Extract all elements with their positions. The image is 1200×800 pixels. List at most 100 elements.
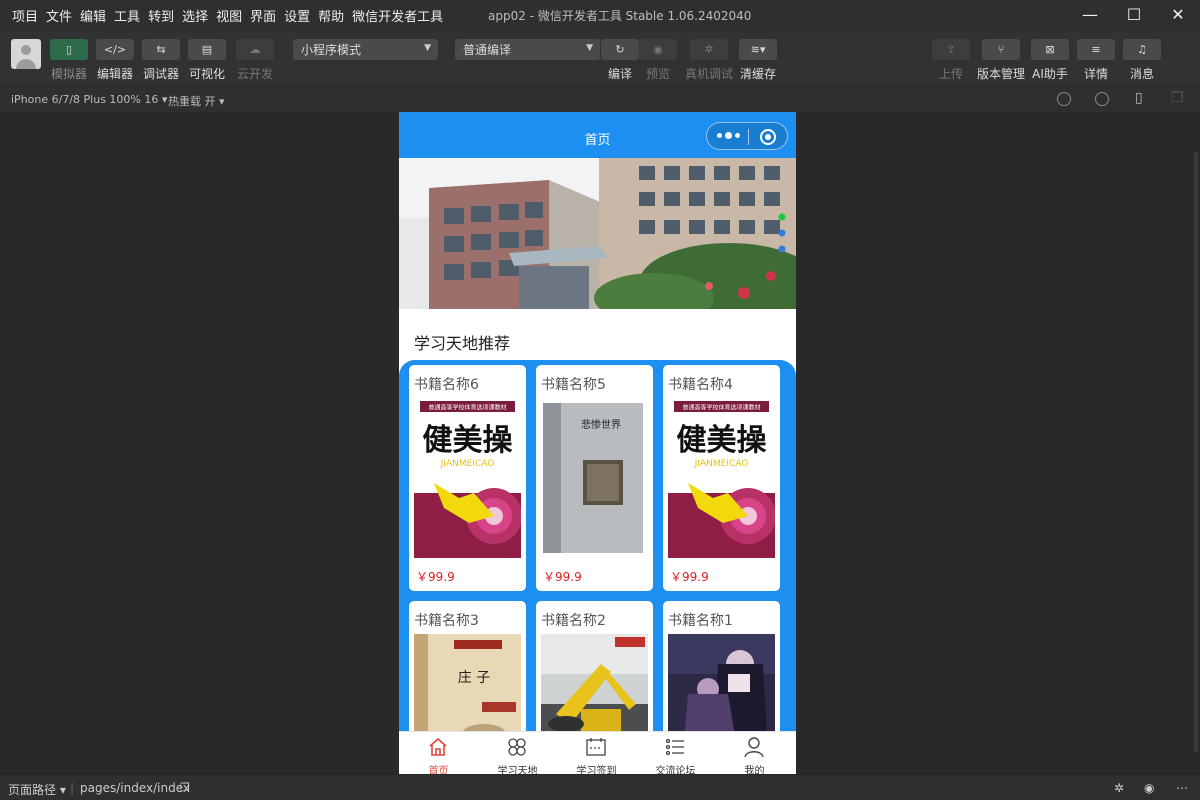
upload-icon: ⇪ bbox=[932, 39, 970, 60]
menu-item-settings[interactable]: 设置 bbox=[284, 6, 310, 25]
ai-assistant-button[interactable]: ⊠ AI助手 bbox=[1031, 39, 1069, 82]
book-cover-fitness: 普通高等学校体育选项课教材 健美操 JIANMEICAO bbox=[414, 398, 521, 558]
details-button[interactable]: ≡ 详情 bbox=[1077, 39, 1115, 82]
simulator-label: 模拟器 bbox=[50, 67, 87, 81]
tab-label: 交流论坛 bbox=[655, 766, 696, 774]
window-icon[interactable]: ❐ bbox=[1171, 90, 1184, 106]
book-name: 书籍名称6 bbox=[414, 377, 479, 393]
book-card-6[interactable]: 书籍名称6 普通高等学校体育选项课教材 健美操 JIANMEICAO ￥99.9 bbox=[409, 365, 526, 591]
book-cover-classic: 悲惨世界 bbox=[541, 398, 648, 558]
clear-cache-button[interactable]: ≋▾ 清缓存 bbox=[739, 39, 777, 82]
stop-icon[interactable] bbox=[1095, 92, 1109, 106]
compile-label: 编译 bbox=[607, 67, 632, 81]
calendar-icon bbox=[586, 738, 606, 756]
phone-simulator: 首页 学习天地推荐 书籍名称6 普通高等学校体育选项课教材 健美操 JIANME… bbox=[399, 112, 796, 774]
tab-checkin[interactable]: 学习签到 bbox=[557, 732, 636, 774]
device-select[interactable]: iPhone 6/7/8 Plus 100% 16 ▾ bbox=[11, 93, 167, 106]
banner-image[interactable] bbox=[399, 158, 796, 309]
more-icon[interactable] bbox=[717, 132, 740, 139]
workspace-scrollbar[interactable] bbox=[1194, 152, 1198, 752]
menu-item-tools[interactable]: 工具 bbox=[114, 6, 140, 25]
menu-item-edit[interactable]: 编辑 bbox=[80, 6, 106, 25]
chevron-down-icon: ▼ bbox=[586, 43, 593, 53]
visual-label: 可视化 bbox=[188, 67, 225, 81]
svg-text:普通高等学校体育选项课教材: 普通高等学校体育选项课教材 bbox=[428, 404, 506, 412]
book-price: ￥99.9 bbox=[416, 570, 455, 584]
tab-study[interactable]: 学习天地 bbox=[478, 732, 557, 774]
close-button[interactable]: ✕ bbox=[1168, 4, 1188, 24]
editor-button[interactable]: </> 编辑器 bbox=[96, 39, 134, 82]
compile-select[interactable]: 普通编译 ▼ bbox=[455, 39, 600, 60]
tab-label: 学习天地 bbox=[497, 766, 538, 774]
compile-button[interactable]: ↻ 编译 bbox=[601, 39, 639, 82]
home-icon bbox=[429, 737, 447, 756]
preview-label: 预览 bbox=[645, 67, 670, 81]
menu-item-interface[interactable]: 界面 bbox=[250, 6, 276, 25]
details-label: 详情 bbox=[1083, 67, 1108, 81]
version-control-button[interactable]: ⑂ 版本管理 bbox=[977, 39, 1025, 82]
simulator-button[interactable]: ▯ 模拟器 bbox=[50, 39, 88, 82]
divider: | bbox=[70, 781, 75, 795]
device-bar: iPhone 6/7/8 Plus 100% 16 ▾ 热重载 开 ▾ ▯ ❐ bbox=[0, 86, 1200, 112]
menu-item-wechat-devtools[interactable]: 微信开发者工具 bbox=[352, 6, 443, 25]
hot-reload-toggle[interactable]: 热重载 开 ▾ bbox=[168, 93, 225, 109]
editor-label: 编辑器 bbox=[96, 67, 133, 81]
mini-program-navbar: 首页 bbox=[399, 112, 796, 158]
menu-item-file[interactable]: 文件 bbox=[46, 6, 72, 25]
menu-item-goto[interactable]: 转到 bbox=[148, 6, 174, 25]
close-target-icon[interactable] bbox=[760, 129, 776, 145]
remote-debug-label: 真机调试 bbox=[685, 67, 734, 81]
upload-button[interactable]: ⇪ 上传 bbox=[932, 39, 970, 82]
title-bar: 项目 文件 编辑 工具 转到 选择 视图 界面 设置 帮助 微信开发者工具 ap… bbox=[0, 0, 1200, 30]
user-icon bbox=[744, 737, 764, 758]
branch-icon: ⑂ bbox=[982, 39, 1020, 60]
page-path: pages/index/index bbox=[80, 781, 190, 795]
ai-icon: ⊠ bbox=[1031, 39, 1069, 60]
book-name: 书籍名称4 bbox=[668, 377, 733, 393]
tab-forum[interactable]: 交流论坛 bbox=[636, 732, 715, 774]
tab-mine[interactable]: 我的 bbox=[715, 732, 794, 774]
svg-text:JIANMEICAO: JIANMEICAO bbox=[440, 459, 495, 469]
remote-debug-button[interactable]: ✲ 真机调试 bbox=[685, 39, 733, 82]
menu-item-help[interactable]: 帮助 bbox=[318, 6, 344, 25]
menu-item-select[interactable]: 选择 bbox=[182, 6, 208, 25]
mode-select-value: 小程序模式 bbox=[301, 43, 362, 57]
messages-button[interactable]: ♫ 消息 bbox=[1123, 39, 1161, 82]
more-icon[interactable]: ⋯ bbox=[1176, 781, 1188, 795]
tab-bar: 首页 学习天地 学习签到 交流论坛 我的 bbox=[399, 731, 796, 774]
menu-icon: ≡ bbox=[1077, 39, 1115, 60]
compile-select-value: 普通编译 bbox=[463, 43, 512, 57]
tab-label: 首页 bbox=[428, 766, 449, 774]
cloud-icon: ☁ bbox=[236, 39, 274, 60]
code-icon: </> bbox=[96, 39, 134, 60]
book-card-5[interactable]: 书籍名称5 悲惨世界 ￥99.9 bbox=[536, 365, 653, 591]
bug-icon[interactable]: ✲ bbox=[1114, 781, 1124, 795]
device-icon[interactable]: ▯ bbox=[1135, 90, 1143, 106]
preview-button[interactable]: ◉ 预览 bbox=[639, 39, 677, 82]
toolbar: ▯ 模拟器 </> 编辑器 ⇆ 调试器 ▤ 可视化 ☁ 云开发 小程序模式 ▼ … bbox=[0, 30, 1200, 86]
window-title: app02 - 微信开发者工具 Stable 1.06.2402040 bbox=[488, 9, 752, 23]
rotate-icon[interactable] bbox=[1057, 92, 1071, 106]
tab-label: 我的 bbox=[744, 766, 765, 774]
layout-icon: ▤ bbox=[188, 39, 226, 60]
eye-icon[interactable]: ◉ bbox=[1144, 781, 1154, 795]
book-name: 书籍名称2 bbox=[541, 613, 606, 629]
copy-icon[interactable]: ❐ bbox=[180, 781, 190, 794]
visual-button[interactable]: ▤ 可视化 bbox=[188, 39, 226, 82]
maximize-button[interactable]: ☐ bbox=[1124, 4, 1144, 24]
cloud-dev-button[interactable]: ☁ 云开发 bbox=[236, 39, 274, 82]
bell-icon: ♫ bbox=[1123, 39, 1161, 60]
tab-home[interactable]: 首页 bbox=[399, 732, 478, 774]
user-avatar[interactable] bbox=[11, 39, 41, 69]
page-path-label: 页面路径 bbox=[8, 783, 57, 797]
menu-item-project[interactable]: 项目 bbox=[12, 6, 38, 25]
mode-select[interactable]: 小程序模式 ▼ bbox=[293, 39, 438, 60]
book-card-4[interactable]: 书籍名称4 普通高等学校体育选项课教材 健美操 JIANMEICAO ￥99.9 bbox=[663, 365, 780, 591]
minimize-button[interactable]: — bbox=[1080, 4, 1100, 24]
page-path-select[interactable]: 页面路径 ▾ bbox=[8, 781, 66, 798]
menu-item-view[interactable]: 视图 bbox=[216, 6, 242, 25]
debugger-button[interactable]: ⇆ 调试器 bbox=[142, 39, 180, 82]
svg-text:健美操: 健美操 bbox=[677, 423, 768, 458]
hot-reload-value: 热重载 开 bbox=[168, 95, 216, 108]
upload-label: 上传 bbox=[938, 67, 963, 81]
